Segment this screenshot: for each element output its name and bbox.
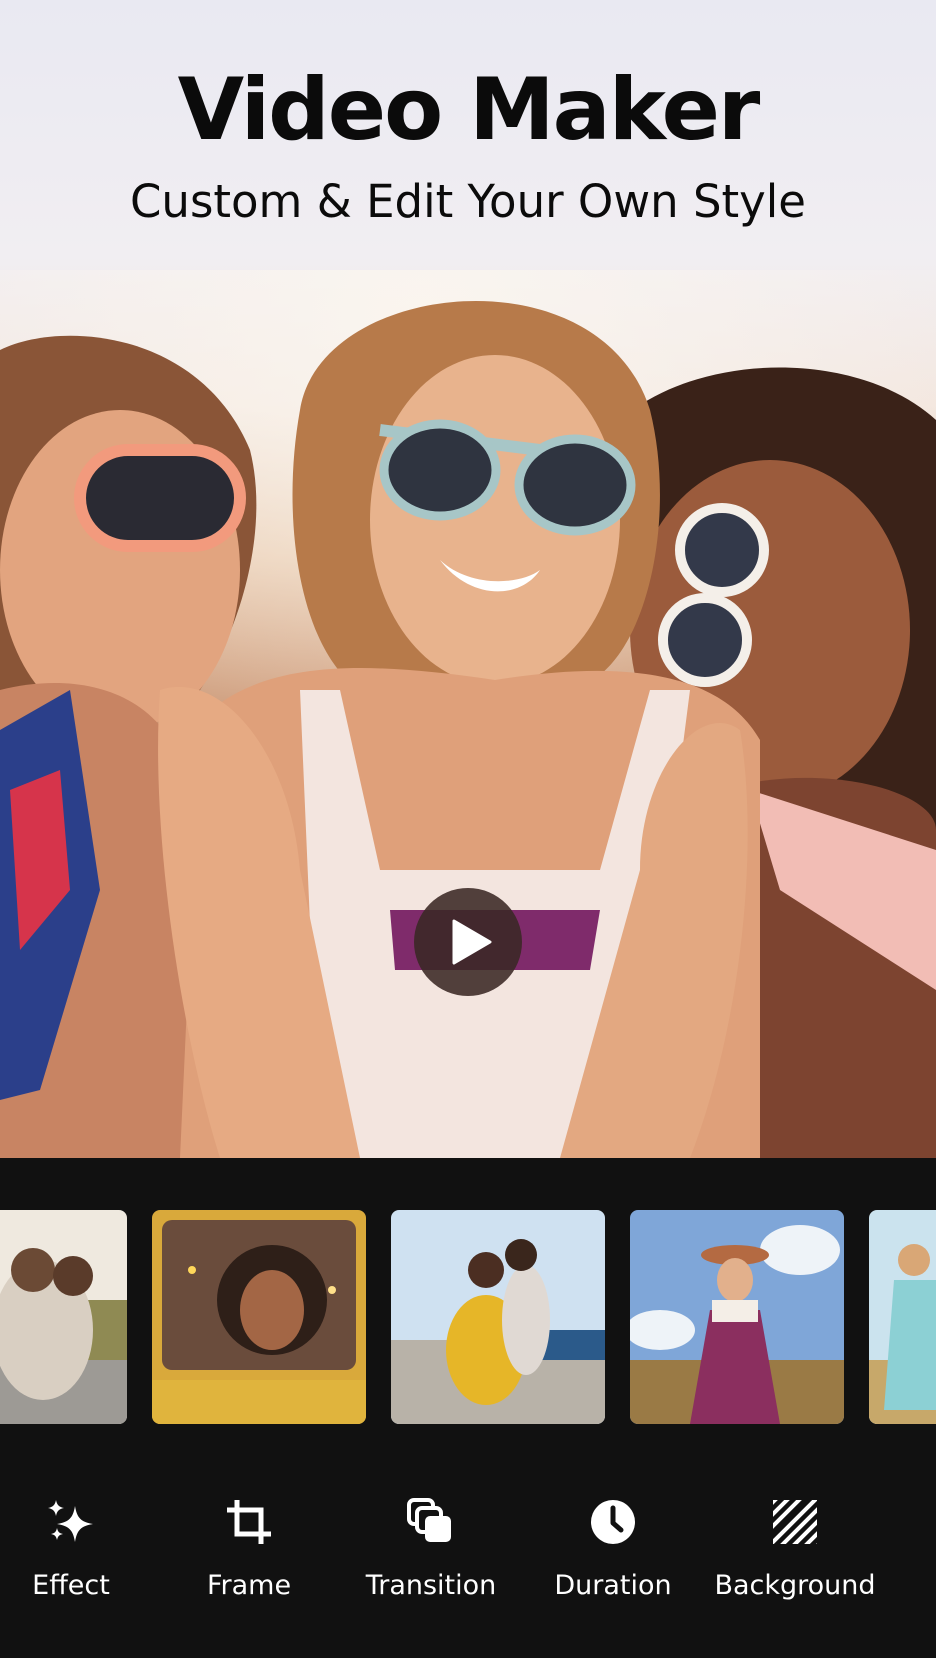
tool-duration-label: Duration bbox=[554, 1570, 672, 1601]
tool-frame[interactable]: Frame bbox=[156, 1488, 342, 1618]
play-button[interactable] bbox=[414, 888, 522, 996]
thumbnail-strip[interactable] bbox=[0, 1158, 936, 1450]
tool-effect-label: Effect bbox=[32, 1570, 110, 1601]
tool-transition-label: Transition bbox=[365, 1570, 497, 1601]
tool-background[interactable]: Background bbox=[702, 1488, 888, 1618]
play-icon bbox=[452, 919, 492, 965]
tool-duration[interactable]: Duration bbox=[520, 1488, 706, 1618]
video-maker-screen: Video Maker Custom & Edit Your Own Style bbox=[0, 0, 936, 1658]
crop-icon bbox=[227, 1500, 271, 1544]
thumbnail-couple-car[interactable] bbox=[0, 1210, 127, 1424]
tool-frame-label: Frame bbox=[206, 1570, 292, 1601]
tool-transition[interactable]: Transition bbox=[338, 1488, 524, 1618]
thumbnail-woman-jeep-confetti[interactable] bbox=[152, 1210, 366, 1424]
page-title: Video Maker bbox=[177, 60, 761, 160]
clock-icon bbox=[591, 1500, 635, 1544]
thumbnail-woman-blue-dress[interactable] bbox=[869, 1210, 936, 1424]
editing-toolbar: Effect Frame Transition Duration Backgro… bbox=[0, 1450, 936, 1658]
layers-icon bbox=[407, 1498, 451, 1542]
preview-photo bbox=[0, 270, 936, 1158]
page-subtitle: Custom & Edit Your Own Style bbox=[130, 175, 806, 228]
sparkle-icon bbox=[48, 1500, 93, 1542]
tool-background-label: Background bbox=[714, 1570, 876, 1601]
tool-effect[interactable]: Effect bbox=[0, 1488, 164, 1618]
hero-banner: Video Maker Custom & Edit Your Own Style bbox=[0, 0, 936, 1158]
thumbnail-friends-yellow-outfit[interactable] bbox=[391, 1210, 605, 1424]
thumbnail-woman-hat-field[interactable] bbox=[630, 1210, 844, 1424]
stripes-icon bbox=[773, 1500, 817, 1544]
